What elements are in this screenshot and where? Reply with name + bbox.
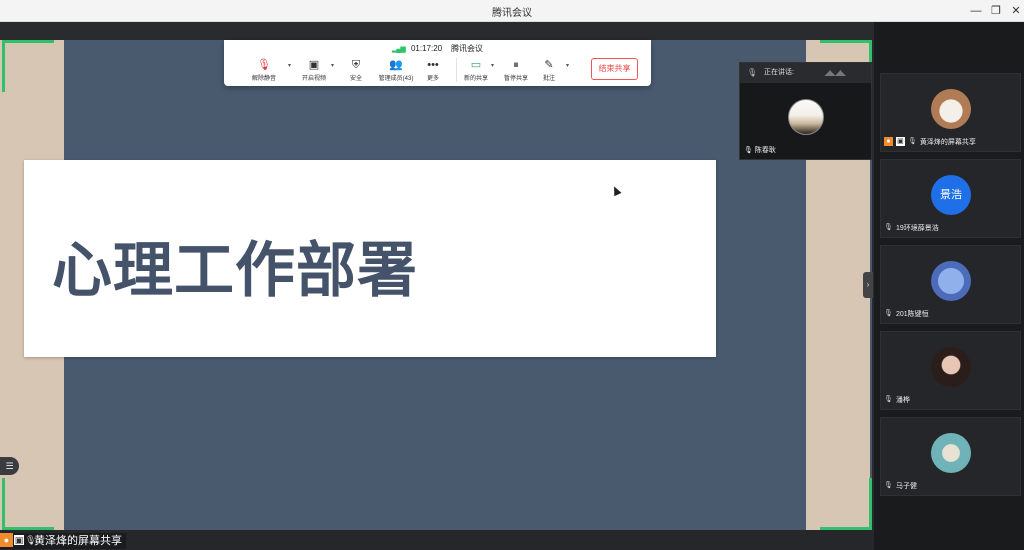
shield-icon: ⛨ [351, 59, 361, 71]
avatar [931, 89, 971, 129]
unmute-button[interactable]: 🎙 解除静音 [242, 58, 286, 84]
participant-panel: ● ▣ 🎙 黄泽烽的屏幕共享 景浩 🎙 19环境薛景浩 🎙 201陈键恒 � [874, 22, 1024, 550]
host-icon: ● [0, 533, 13, 547]
participant-name: 黄泽烽的屏幕共享 [919, 139, 976, 146]
top-strip [0, 22, 874, 40]
collapse-panel-button[interactable]: › [863, 272, 873, 298]
mic-icon: 🎙 [747, 68, 758, 77]
audio-options-caret[interactable]: ▾ [288, 62, 291, 69]
participant-name-row: 🎙 19环境薛景浩 [884, 223, 939, 234]
participant-name: 马子健 [895, 483, 917, 490]
bottom-bar: ● ▣ 🎙黄泽烽的屏幕共享 [0, 530, 874, 550]
start-video-button[interactable]: ▣ 开启视频 [292, 58, 336, 84]
speaker-name: 🎙 陈春耿 [744, 147, 776, 154]
avatar [931, 347, 971, 387]
meeting-name: 腾讯会议 [451, 44, 483, 53]
restore-button[interactable]: ❐ [988, 3, 1004, 19]
mic-muted-icon: 🎙 [884, 482, 893, 489]
video-off-icon: ▣ [308, 59, 320, 71]
active-speaker-header: 🎙 正在讲话: ◢◣◢◣ [740, 63, 871, 83]
annotate-options-caret[interactable]: ▾ [566, 62, 569, 69]
mic-muted-icon: 🎙 [257, 59, 271, 71]
participant-tile[interactable]: 🎙 潘桦 [880, 331, 1021, 410]
end-share-button[interactable]: 结束共享 [591, 58, 638, 80]
more-icon: ••• [427, 59, 439, 71]
share-frame-corner [2, 478, 54, 530]
screen-share-icon: ▣ [14, 535, 24, 545]
close-button[interactable]: ✕ [1008, 3, 1024, 19]
list-icon[interactable]: ☰ [0, 457, 19, 475]
avatar [931, 433, 971, 473]
share-frame-corner [2, 40, 54, 92]
title-bar: 腾讯会议 — ❐ ✕ [0, 0, 1024, 22]
participant-name-row: 🎙 201陈键恒 [884, 309, 929, 320]
mic-muted-icon: 🎙 [907, 138, 917, 145]
mic-muted-icon: 🎙 [884, 310, 893, 317]
participant-name-row: 🎙 马子健 [884, 481, 917, 492]
participant-name: 潘桦 [895, 397, 910, 404]
participant-tile[interactable]: ● ▣ 🎙 黄泽烽的屏幕共享 [880, 73, 1021, 152]
participant-name: 201陈键恒 [895, 311, 929, 318]
host-icon: ● [884, 137, 893, 146]
meeting-timer: 01:17:20 [410, 44, 443, 53]
audio-level-icon: ◢◣◢◣ [824, 68, 846, 77]
annotate-button[interactable]: ✎ 批注 [527, 58, 571, 84]
participant-tile[interactable]: 🎙 201陈键恒 [880, 245, 1021, 324]
participant-name: 19环境薛景浩 [895, 225, 939, 232]
active-speaker-video: 🎙 陈春耿 [740, 83, 871, 159]
slide-title: 心理工作部署 [52, 236, 418, 306]
participant-tile[interactable]: 景浩 🎙 19环境薛景浩 [880, 159, 1021, 238]
avatar [931, 261, 971, 301]
mic-muted-icon: 🎙 [884, 224, 893, 231]
avatar [788, 99, 824, 135]
participant-name-row: 🎙 潘桦 [884, 395, 910, 406]
screen-share-icon: ▣ [895, 137, 905, 146]
mic-muted-icon: 🎙 [884, 396, 893, 403]
avatar: 景浩 [931, 175, 971, 215]
meeting-status: ▂▄▆ 01:17:20 腾讯会议 [224, 43, 651, 54]
signal-icon: ▂▄▆ [392, 46, 406, 53]
minimize-button[interactable]: — [968, 3, 984, 19]
sharer-tag: ● ▣ 🎙黄泽烽的屏幕共享 [0, 533, 126, 549]
participant-tile[interactable]: 🎙 马子健 [880, 417, 1021, 496]
window-title: 腾讯会议 [492, 8, 532, 19]
share-toolbar: ▂▄▆ 01:17:20 腾讯会议 🎙 解除静音 ▾ ▣ 开启视频 ▾ ⛨ 安全… [224, 40, 651, 86]
mic-icon: 🎙 [25, 535, 37, 545]
mic-icon: 🎙 [744, 147, 753, 154]
participant-name-row: ● ▣ 🎙 黄泽烽的屏幕共享 [884, 137, 976, 148]
speaking-label: 正在讲话: [764, 69, 794, 76]
active-speaker-window[interactable]: 🎙 正在讲话: ◢◣◢◣ 🎙 陈春耿 [739, 62, 872, 160]
more-button[interactable]: ••• 更多 [411, 58, 455, 84]
annotate-icon: ✎ [544, 59, 554, 71]
sharer-label: 黄泽烽的屏幕共享 [34, 535, 122, 547]
meeting-app: 腾讯会议 — ❐ ✕ 心理工作部署 ▂▄▆ 01:17:20 腾讯会议 🎙 解除… [0, 0, 1024, 550]
security-button[interactable]: ⛨ 安全 [334, 58, 378, 84]
share-frame-corner [820, 478, 872, 530]
